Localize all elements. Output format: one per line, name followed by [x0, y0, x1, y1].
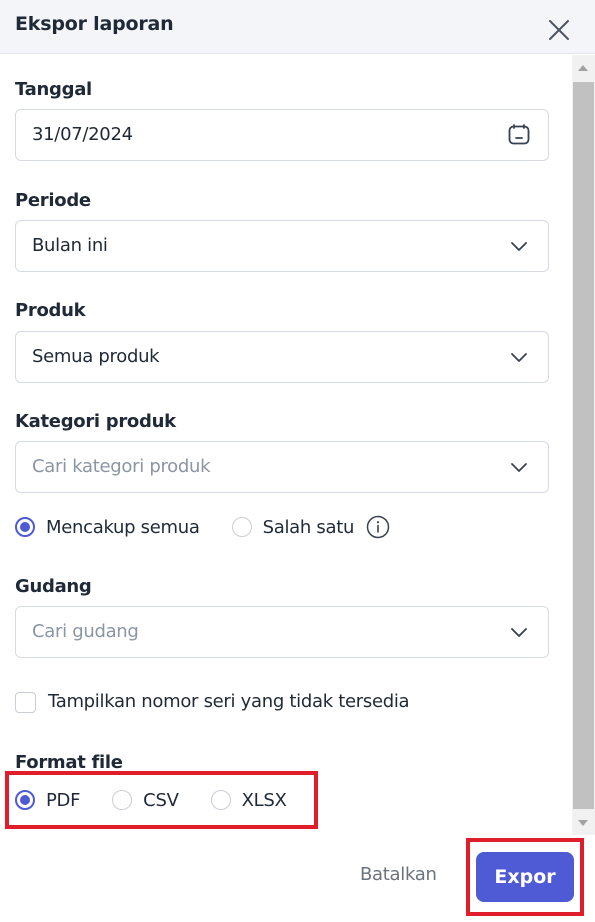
kategori-select[interactable]: Cari kategori produk: [15, 441, 549, 493]
gudang-placeholder: Cari gudang: [32, 621, 139, 642]
gudang-label: Gudang: [15, 576, 92, 597]
chevron-down-icon: [511, 353, 527, 362]
chevron-down-icon: [511, 463, 527, 472]
periode-label: Periode: [15, 190, 91, 211]
kategori-match-options: Mencakup semua Salah satu: [15, 515, 390, 539]
dialog-title: Ekspor laporan: [15, 13, 174, 35]
cancel-button[interactable]: Batalkan: [360, 864, 437, 885]
tanggal-value: 31/07/2024: [32, 124, 133, 145]
radio-xlsx-label[interactable]: XLSX: [242, 790, 287, 811]
radio-salah-satu-label[interactable]: Salah satu: [263, 517, 355, 538]
produk-select[interactable]: Semua produk: [15, 331, 549, 383]
periode-select[interactable]: Bulan ini: [15, 220, 549, 272]
format-file-options: PDF CSV XLSX: [15, 788, 287, 812]
periode-value: Bulan ini: [32, 235, 108, 256]
radio-mencakup-semua[interactable]: [15, 517, 35, 537]
radio-csv[interactable]: [112, 790, 133, 810]
kategori-label: Kategori produk: [15, 411, 176, 432]
format-file-label: Format file: [15, 752, 123, 773]
radio-csv-label[interactable]: CSV: [143, 790, 179, 811]
chevron-down-icon: [511, 242, 527, 251]
export-button[interactable]: Expor: [476, 852, 574, 902]
radio-mencakup-semua-label[interactable]: Mencakup semua: [46, 517, 200, 538]
close-icon: [549, 20, 569, 40]
scrollbar[interactable]: [572, 55, 595, 835]
tanggal-field[interactable]: 31/07/2024: [15, 109, 549, 161]
produk-value: Semua produk: [32, 346, 160, 367]
dialog-footer: Batalkan Expor: [0, 835, 595, 922]
produk-label: Produk: [15, 300, 86, 321]
radio-xlsx[interactable]: [210, 790, 231, 810]
chevron-down-icon: [511, 628, 527, 637]
tanggal-label: Tanggal: [15, 79, 92, 100]
radio-pdf[interactable]: [15, 790, 35, 810]
serial-checkbox-label[interactable]: Tampilkan nomor seri yang tidak tersedia: [48, 691, 410, 712]
scroll-up-icon[interactable]: [578, 65, 588, 71]
calendar-icon[interactable]: [507, 123, 531, 147]
scroll-thumb[interactable]: [573, 82, 594, 809]
radio-salah-satu[interactable]: [231, 517, 252, 537]
kategori-placeholder: Cari kategori produk: [32, 456, 211, 477]
gudang-select[interactable]: Cari gudang: [15, 606, 549, 658]
dialog-header: Ekspor laporan: [0, 0, 595, 54]
info-icon[interactable]: [366, 515, 390, 539]
serial-checkbox[interactable]: [15, 692, 36, 713]
scroll-down-icon[interactable]: [578, 820, 588, 826]
dialog-body: Tanggal 31/07/2024 Periode Bulan ini Pro…: [0, 55, 572, 835]
radio-pdf-label[interactable]: PDF: [46, 790, 80, 811]
close-button[interactable]: [546, 17, 572, 43]
